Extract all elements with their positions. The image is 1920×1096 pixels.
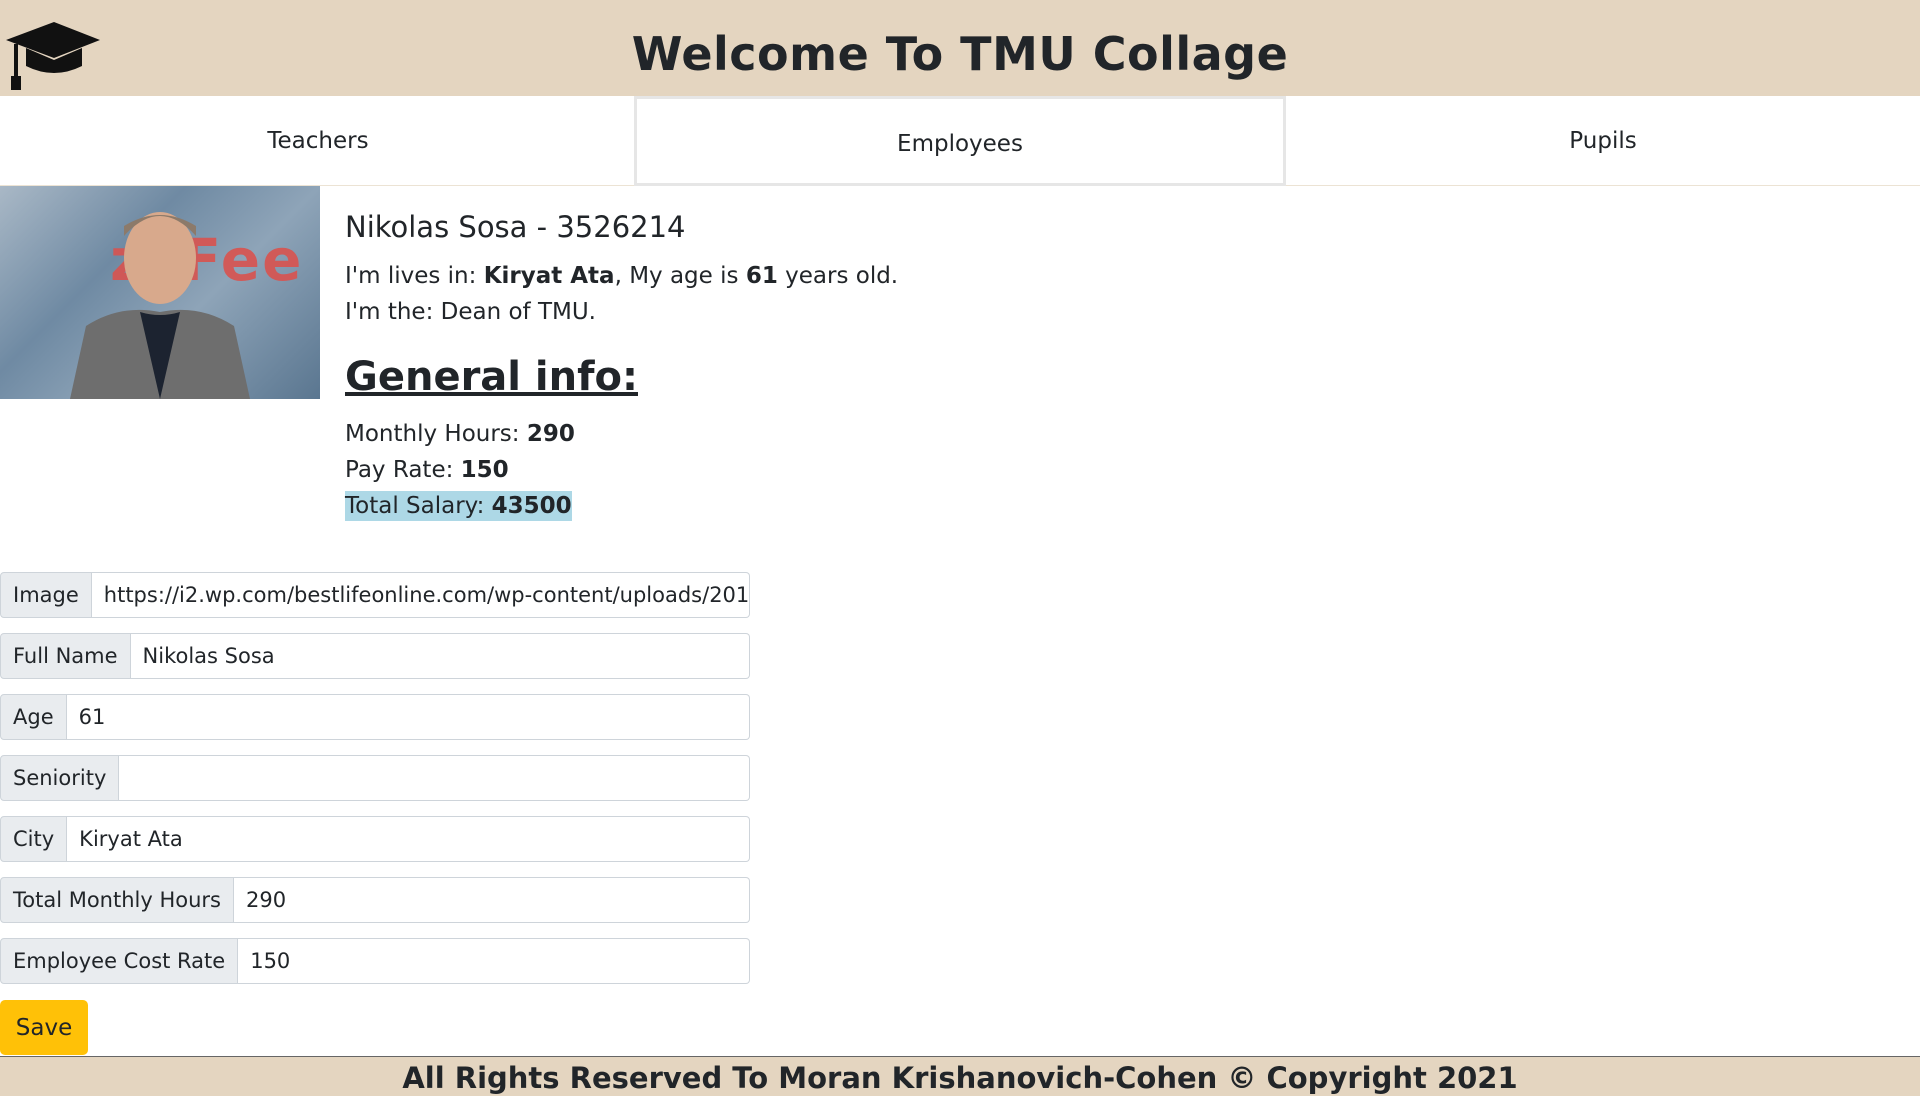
page-title: Welcome To TMU Collage	[631, 27, 1289, 81]
total-salary-highlight: Total Salary: 43500	[345, 491, 572, 521]
city-input[interactable]: Kiryat Ata	[67, 816, 750, 862]
pay-rate-value: 150	[460, 457, 509, 483]
city-field-group: City Kiryat Ata	[0, 816, 750, 862]
age-suffix: years old.	[777, 263, 899, 289]
age-input[interactable]: 61	[66, 694, 750, 740]
person-silhouette	[70, 212, 250, 399]
full-name-label: Full Name	[0, 633, 131, 679]
monthly-hours-field-group: Total Monthly Hours 290	[0, 877, 750, 923]
tab-employees[interactable]: Employees	[634, 96, 1286, 186]
footer: All Rights Reserved To Moran Krishanovic…	[0, 1056, 1920, 1096]
total-monthly-hours-label: Total Monthly Hours	[0, 877, 235, 923]
age-value: 61	[745, 263, 778, 289]
seniority-field-group: Seniority	[0, 755, 750, 801]
cost-rate-field-group: Employee Cost Rate 150	[0, 938, 750, 984]
lives-prefix: I'm lives in:	[345, 263, 484, 289]
general-info-heading: General info:	[345, 354, 638, 400]
profile-photo: zzFee	[0, 186, 320, 399]
city-label: City	[0, 816, 68, 862]
total-monthly-hours-input[interactable]: 290	[234, 877, 750, 923]
monthly-hours-value: 290	[526, 421, 575, 447]
residence-age-line: I'm lives in: Kiryat Ata, My age is 61 y…	[345, 263, 898, 289]
monthly-hours-label: Monthly Hours:	[345, 421, 527, 447]
seniority-input[interactable]	[119, 755, 750, 801]
total-salary-value: 43500	[491, 493, 572, 519]
employee-name-id: Nikolas Sosa - 3526214	[345, 210, 686, 244]
tab-teachers[interactable]: Teachers	[0, 96, 636, 186]
role-line: I'm the: Dean of TMU.	[345, 299, 596, 325]
pay-rate-label: Pay Rate:	[345, 457, 461, 483]
employee-cost-rate-input[interactable]: 150	[238, 938, 750, 984]
employee-cost-rate-label: Employee Cost Rate	[0, 938, 239, 984]
full-name-field-group: Full Name Nikolas Sosa	[0, 633, 750, 679]
age-label: Age	[0, 694, 67, 740]
main-nav: Teachers Employees Pupils	[0, 96, 1920, 186]
save-button[interactable]: Save	[0, 1000, 88, 1055]
image-input[interactable]: https://i2.wp.com/bestlifeonline.com/wp-…	[91, 572, 750, 618]
total-salary-line: Total Salary: 43500	[345, 491, 572, 521]
tab-pupils[interactable]: Pupils	[1286, 96, 1920, 186]
city-value: Kiryat Ata	[483, 263, 615, 289]
header: Welcome To TMU Collage	[0, 0, 1920, 96]
monthly-hours-line: Monthly Hours: 290	[345, 421, 575, 447]
age-prefix: , My age is	[614, 263, 746, 289]
pay-rate-line: Pay Rate: 150	[345, 457, 509, 483]
age-field-group: Age 61	[0, 694, 750, 740]
total-salary-label: Total Salary:	[345, 493, 492, 519]
image-field-group: Image https://i2.wp.com/bestlifeonline.c…	[0, 572, 750, 618]
seniority-label: Seniority	[0, 755, 120, 801]
full-name-input[interactable]: Nikolas Sosa	[130, 633, 750, 679]
image-label: Image	[0, 572, 92, 618]
